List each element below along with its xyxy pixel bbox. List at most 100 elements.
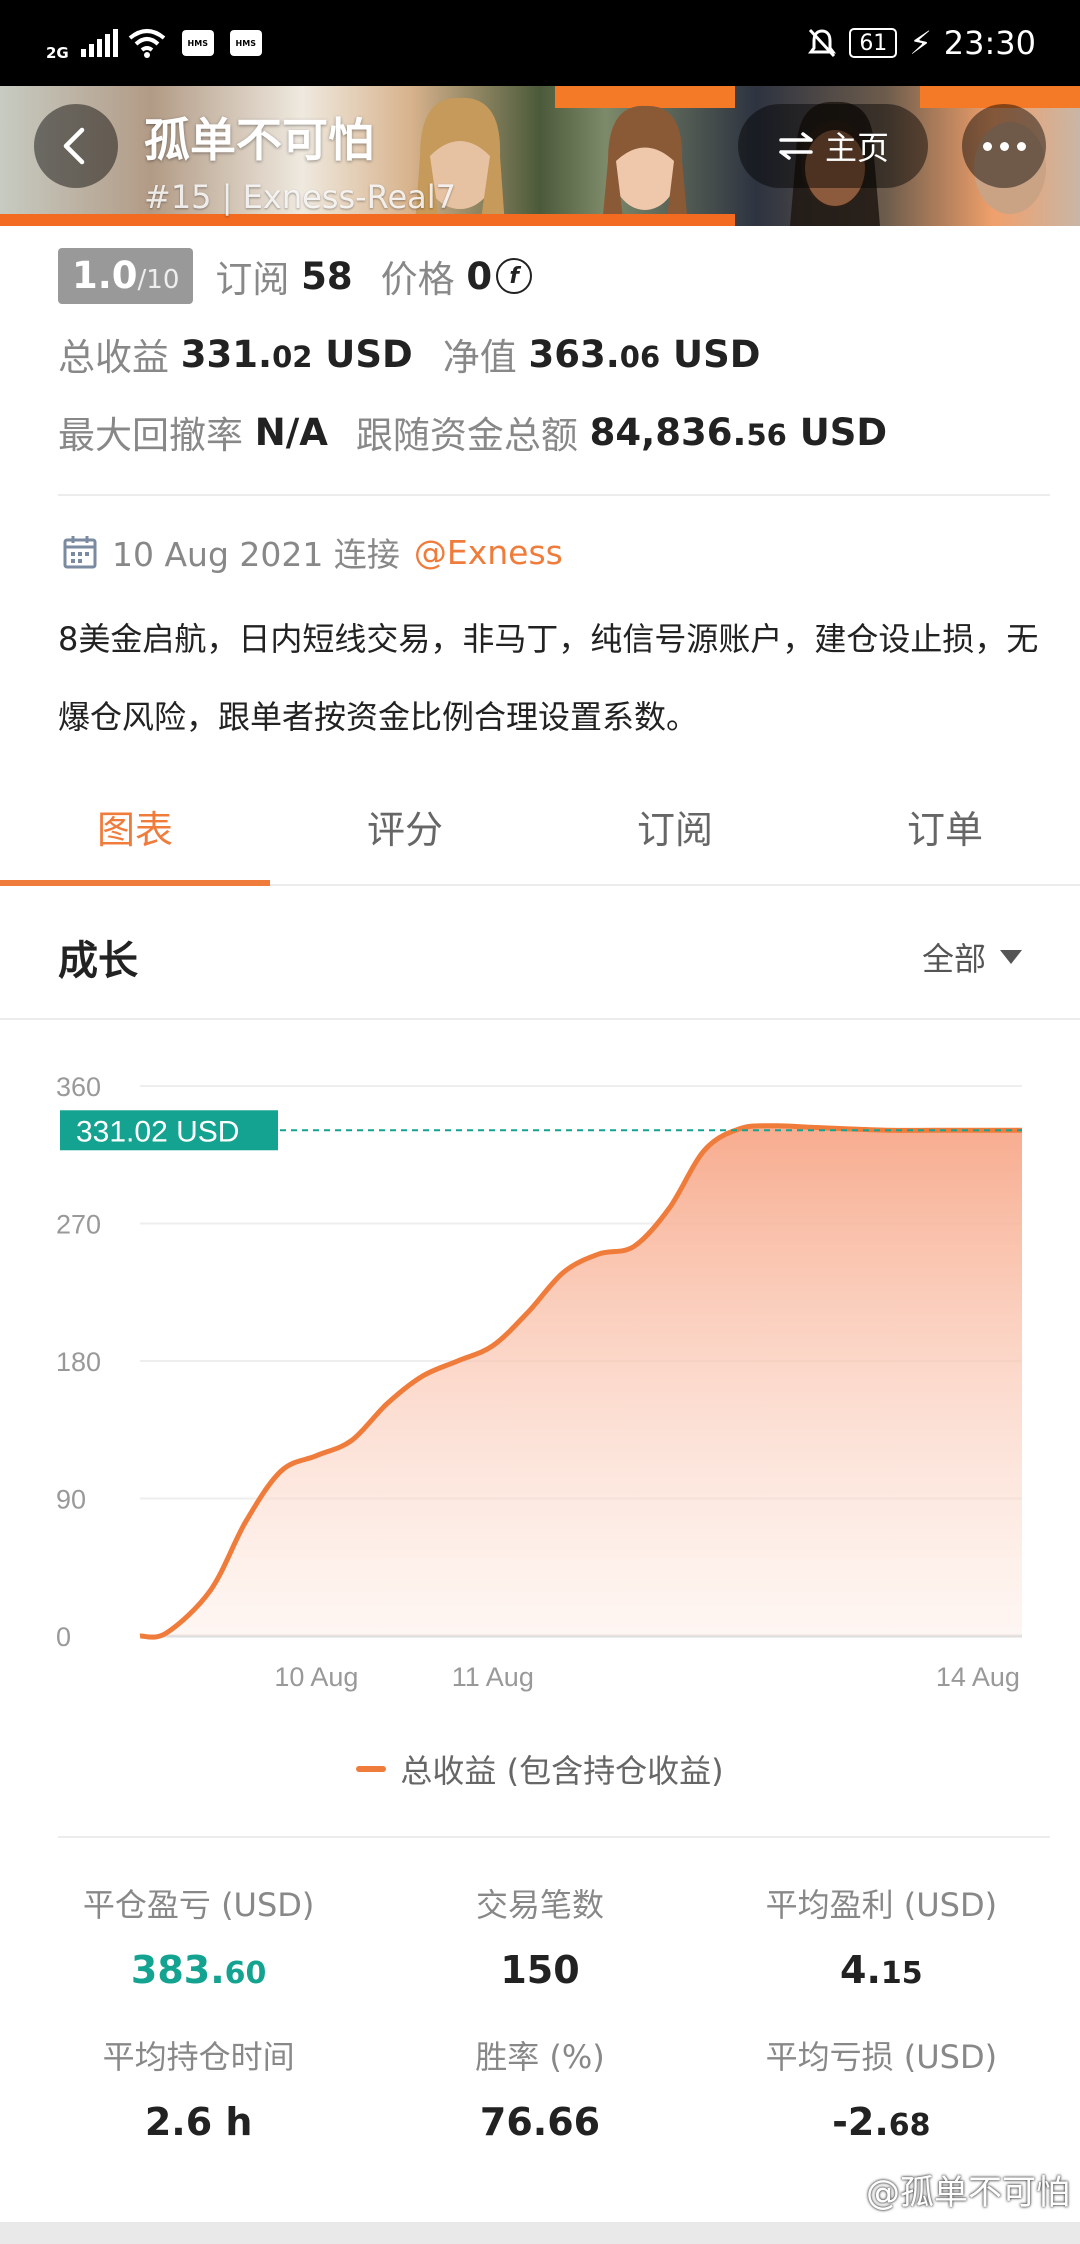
chart-legend: 总收益 (包含持仓收益) [0,1746,1080,1792]
rating-row: 1.0/10 订阅 58 价格 0 f [58,246,1048,306]
back-button[interactable] [34,104,118,188]
y-tick-label: 180 [56,1347,101,1377]
provider-name: 孤单不可怕 [144,113,374,167]
stat-avg-hold-time: 平均持仓时间 2.6 h [28,2032,369,2144]
home-label: 主页 [824,129,889,167]
dot-icon [982,141,992,151]
y-axis-labels: 360 270 180 90 0 [56,1072,101,1652]
total-profit-int: 331. [180,332,273,376]
signal-icon [80,29,118,57]
calendar-icon [63,536,97,569]
stat-value: -2.68 [832,2100,930,2144]
drawdown-row: 最大回撤率 N/A 跟随资金总额 84,836.56 USD [58,402,1048,462]
stat-value-dec: 60 [224,1956,267,1991]
rating-badge: 1.0/10 [58,248,194,304]
legend-label: 总收益 (包含持仓收益) [400,1752,724,1790]
dot-icon [999,141,1009,151]
stat-value-int: 383. [130,1948,225,1992]
period-filter-dropdown[interactable]: 全部 [922,934,1022,980]
growth-section-header: 成长 全部 [58,928,1022,986]
tab-orders[interactable]: 订单 [810,768,1080,884]
stat-label: 交易笔数 [475,1886,604,1924]
stat-win-rate: 胜率 (%) 76.66 [369,2032,710,2144]
subscribe-label: 订阅 [215,258,290,301]
follow-funds-value: 84,836.56 USD [590,411,888,454]
stat-value-dec: 15 [880,1956,923,1991]
stat-trade-count: 交易笔数 150 [369,1880,710,1992]
stat-label: 平仓盈亏 (USD) [82,1886,315,1924]
tab-bar: 图表 评分 订阅 订单 [0,768,1080,886]
drawdown-label: 最大回撤率 [58,414,243,457]
equity-unit: USD [660,332,761,376]
stat-closed-pnl: 平仓盈亏 (USD) 383.60 [28,1880,369,1992]
tab-rating[interactable]: 评分 [270,768,540,884]
stat-value: 150 [500,1948,579,1992]
follow-funds-unit: USD [786,410,888,454]
growth-area [140,1125,1022,1638]
status-left: 2G HMS HMS [46,24,262,62]
stat-label: 胜率 (%) [475,2038,605,2076]
stat-avg-profit: 平均盈利 (USD) 4.15 [711,1880,1052,1992]
rating-max: /10 [137,265,180,295]
stat-value-int: 150 [500,1948,580,1992]
battery-icon: 61 [849,28,898,58]
subscribe-count: 58 [301,254,353,298]
y-tick-label: 90 [56,1485,86,1515]
stat-value-int: -2. [832,2100,889,2144]
profile-header: 孤单不可怕 #15 | Exness-Real7 主页 [0,86,1080,226]
tab-chart[interactable]: 图表 [0,768,270,886]
app-screen: 2G HMS HMS 61 ⚡ 23:30 孤单不可怕 #15 | Exness… [0,0,1080,2244]
total-profit-value: 331.02 USD [181,333,413,376]
hms-icon: HMS [181,30,214,56]
x-tick-label: 10 Aug [274,1662,358,1692]
profit-row: 总收益 331.02 USD 净值 363.06 USD [58,324,1048,384]
y-tick-label: 270 [56,1210,101,1240]
y-tick-label: 0 [56,1622,71,1652]
coin-icon: f [496,258,533,294]
banner-face-image [602,105,688,226]
charging-icon: ⚡ [909,24,932,62]
equity-label: 净值 [442,336,517,379]
broker-link[interactable]: @Exness [414,533,563,572]
bottom-edge [0,2222,1080,2244]
status-right: 61 ⚡ 23:30 [807,24,1036,62]
status-bar: 2G HMS HMS 61 ⚡ 23:30 [0,0,1080,86]
connect-row: 10 Aug 2021 连接 @Exness [62,528,563,576]
total-profit-unit: USD [312,332,413,376]
drawdown-value: N/A [254,410,328,454]
wifi-icon [128,29,166,58]
current-value-label: 331.02 USD [76,1115,239,1148]
stat-value: 4.15 [840,1948,923,1992]
equity-int: 363. [528,332,620,376]
equity-value: 363.06 USD [528,333,760,376]
divider [0,1018,1080,1020]
price-label: 价格 [380,258,455,301]
rating-value: 1.0 [72,254,138,297]
divider [58,1836,1050,1838]
mute-bell-icon [808,28,837,58]
stat-value: 76.66 [480,2100,600,2144]
stat-value-int: 76.66 [479,2100,601,2144]
legend-swatch [356,1766,387,1772]
x-tick-label: 11 Aug [452,1662,534,1692]
dot-icon [1016,141,1026,151]
clock: 23:30 [943,24,1036,62]
divider [58,494,1050,496]
stat-label: 平均亏损 (USD) [765,2038,998,2076]
stat-label: 平均持仓时间 [102,2038,295,2076]
provider-info: 1.0/10 订阅 58 价格 0 f 总收益 331.02 USD 净值 36… [58,246,1048,462]
stat-value: 2.6 h [145,2100,253,2144]
home-button[interactable]: 主页 [738,104,928,188]
stat-label: 平均盈利 (USD) [765,1886,998,1924]
equity-dec: 06 [619,339,661,374]
total-profit-dec: 02 [272,339,313,374]
strategy-description: 8美金启航，日内短线交易，非马丁，纯信号源账户，建仓设止损，无爆仓风险，跟单者按… [58,620,1039,736]
growth-chart: 360 270 180 90 0 10 Aug 11 Aug 14 Aug 331.02 U… [56,1072,1022,1692]
more-options-button[interactable] [962,104,1046,188]
stat-value-int: 2.6 h [144,2100,253,2144]
stat-value-int: 4. [840,1948,881,1992]
hms-icon: HMS [229,30,262,56]
follow-funds-label: 跟随资金总额 [355,414,578,457]
tab-subscribe[interactable]: 订阅 [540,768,810,884]
watermark: @孤单不可怕 [866,2173,1070,2213]
